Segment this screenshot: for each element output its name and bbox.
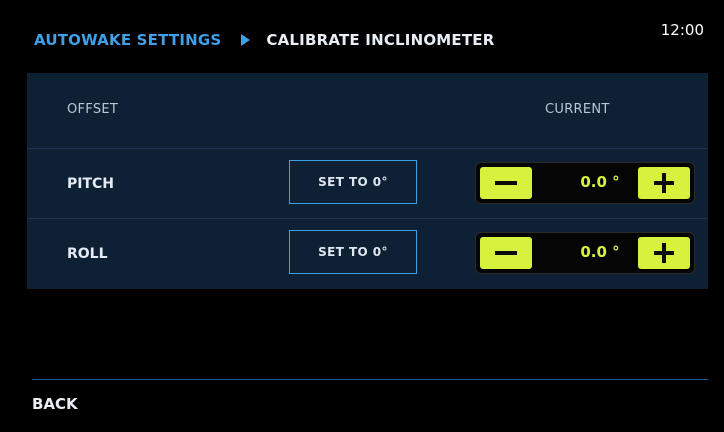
minus-icon (495, 181, 517, 185)
column-header-current: CURRENT (545, 102, 610, 117)
triangle-right-icon (241, 34, 251, 46)
pitch-increment-button[interactable] (638, 167, 690, 199)
pitch-stepper: 0.0 ° (475, 162, 695, 204)
row-label-roll: ROLL (67, 246, 108, 262)
roll-value: 0.0 ° (580, 243, 620, 261)
roll-set-zero-button[interactable]: SET TO 0° (289, 230, 417, 274)
page-title: CALIBRATE INCLINOMETER (266, 31, 495, 49)
footer-divider (32, 379, 708, 380)
roll-decrement-button[interactable] (480, 237, 532, 269)
pitch-set-zero-button[interactable]: SET TO 0° (289, 160, 417, 204)
column-header-offset: OFFSET (67, 102, 119, 117)
row-label-pitch: PITCH (67, 176, 115, 192)
clock: 12:00 (660, 21, 704, 39)
pitch-decrement-button[interactable] (480, 167, 532, 199)
back-button[interactable]: BACK (32, 395, 78, 413)
calibration-panel: OFFSET CURRENT PITCH SET TO 0° 0.0 ° ROL… (27, 73, 708, 289)
minus-icon (495, 251, 517, 255)
plus-icon (654, 173, 674, 193)
pitch-value: 0.0 ° (580, 173, 620, 191)
breadcrumb: AUTOWAKE SETTINGS CALIBRATE INCLINOMETER (34, 28, 494, 52)
row-pitch: PITCH SET TO 0° 0.0 ° (27, 148, 708, 219)
row-roll: ROLL SET TO 0° 0.0 ° (27, 218, 708, 289)
breadcrumb-parent[interactable]: AUTOWAKE SETTINGS (34, 31, 221, 49)
roll-increment-button[interactable] (638, 237, 690, 269)
roll-stepper: 0.0 ° (475, 232, 695, 274)
plus-icon (654, 243, 674, 263)
